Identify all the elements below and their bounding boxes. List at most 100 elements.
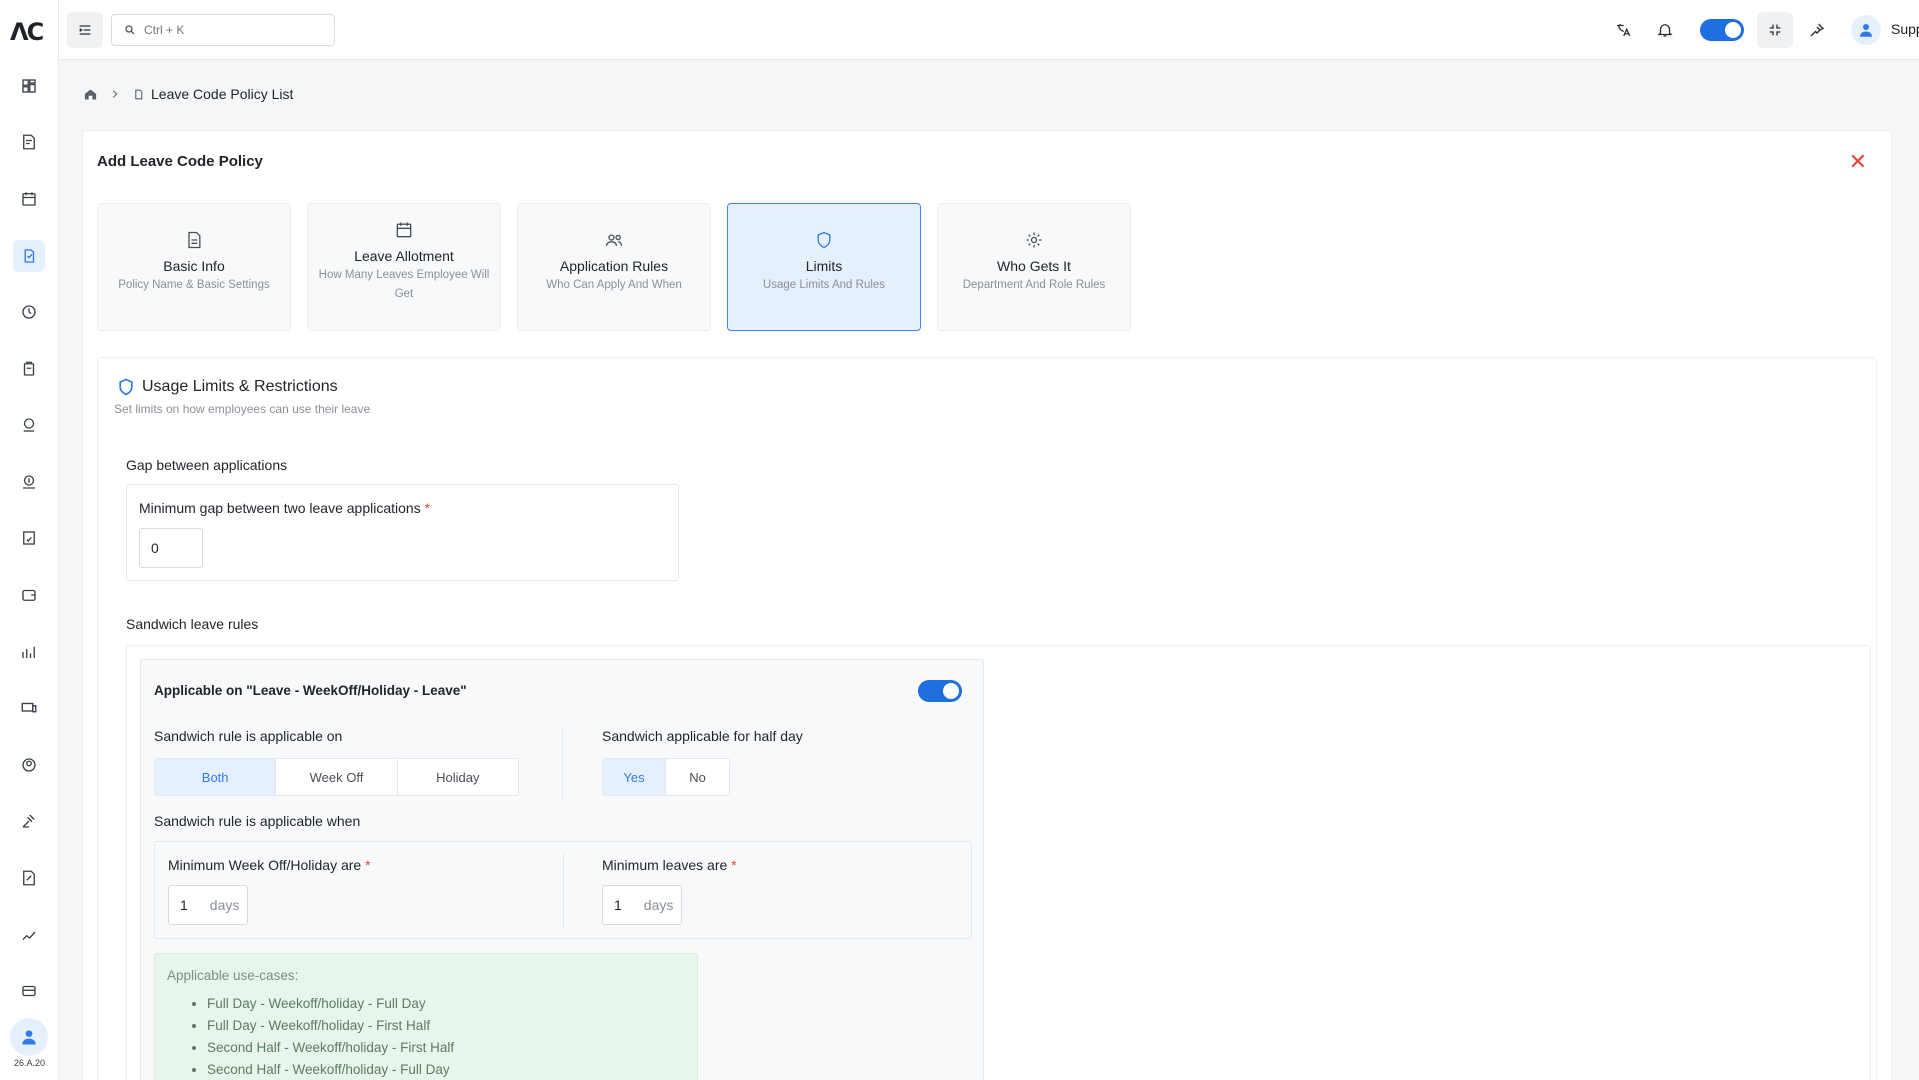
usecases-box: Applicable use-cases: Full Day - Weekoff… [154,953,698,1080]
sandwich-applicable-toggle[interactable] [918,680,962,702]
devices-icon [21,702,37,713]
payroll-icon [23,418,35,432]
sidebar-item-finance[interactable] [13,466,45,498]
step-title: Leave Allotment [354,248,454,264]
app-version: 26.A.20 [13,1058,46,1068]
gap-box: Minimum gap between two leave applicatio… [126,484,679,581]
wallet-icon [22,589,36,601]
min-weekoff-input[interactable]: 1 days [168,885,248,925]
sidebar-item-devices[interactable] [13,692,45,724]
add-policy-card: Add Leave Code Policy ✕ Basic Info Polic… [82,130,1892,1080]
growth-icon [22,931,36,940]
step-subtitle: How Many Leaves Employee Will Get [318,269,490,300]
step-limits[interactable]: Limits Usage Limits And Rules [727,203,921,331]
sidebar-item-clipboard[interactable] [13,353,45,385]
chevron-right-icon [112,90,118,98]
pin-button[interactable] [1805,18,1829,42]
card-icon [22,985,36,997]
sidebar-item-analytics[interactable] [13,636,45,668]
theme-toggle[interactable] [1700,19,1744,41]
gap-input[interactable]: 0 [139,528,203,568]
min-leaves-input[interactable]: 1 days [602,885,682,925]
sandwich-rules-box: Applicable on "Leave - WeekOff/Holiday -… [126,645,1871,1080]
breadcrumb-current[interactable]: Leave Code Policy List [151,86,293,102]
usecase-item: Full Day - Weekoff/holiday - Full Day [207,993,685,1015]
gap-heading: Gap between applications [126,457,288,473]
rule-on-segmented: Both Week Off Holiday [154,758,519,796]
sidebar-item-calendar[interactable] [13,183,45,215]
step-title: Application Rules [559,258,669,274]
search-input[interactable] [144,23,314,37]
menu-toggle-button[interactable] [67,12,103,48]
leave-icon [24,249,35,263]
user-name[interactable]: Support [1891,21,1919,37]
divider [562,726,563,798]
sidebar-item-dashboard[interactable] [13,70,45,102]
report-icon [23,531,35,545]
translate-button[interactable] [1611,18,1635,42]
pin-icon [1810,23,1825,37]
min-leaves-label: Minimum leaves are * [602,857,737,873]
step-basic-info[interactable]: Basic Info Policy Name & Basic Settings [97,203,291,331]
app-logo[interactable]: ΛC [10,18,44,46]
sidebar-item-payroll[interactable] [13,409,45,441]
half-day-segmented: Yes No [602,758,730,796]
gavel-icon [22,814,35,828]
half-day-no[interactable]: No [666,759,729,795]
translate-icon [1617,24,1631,37]
user-avatar[interactable] [1851,15,1881,45]
calendar-icon [22,192,36,206]
usecase-item: Full Day - Weekoff/holiday - First Half [207,1015,685,1037]
user-icon [22,1030,36,1045]
rule-when-label: Sandwich rule is applicable when [154,813,361,829]
leave-icon [135,89,143,99]
dashboard-icon [22,79,36,93]
sidebar-item-time[interactable] [13,296,45,328]
rule-on-week-off[interactable]: Week Off [276,759,398,795]
usecase-item: Second Half - Weekoff/holiday - First Ha… [207,1037,685,1059]
edit-document-icon [23,134,35,150]
step-leave-allotment[interactable]: Leave Allotment How Many Leaves Employee… [307,203,501,331]
sidebar-item-legal[interactable] [13,805,45,837]
sidebar-item-growth[interactable] [13,919,45,951]
divider [563,854,564,928]
sandwich-panel: Applicable on "Leave - WeekOff/Holiday -… [140,659,984,1080]
rule-on-both[interactable]: Both [155,759,277,795]
gap-label: Minimum gap between two leave applicatio… [139,500,431,516]
collapse-icon [1769,24,1781,36]
rule-on-label: Sandwich rule is applicable on [154,728,343,744]
rule-on-holiday[interactable]: Holiday [398,759,518,795]
sidebar-item-leave[interactable] [13,240,45,272]
page-title: Add Leave Code Policy [97,153,263,170]
sidebar-item-forms[interactable] [13,862,45,894]
step-title: Who Gets It [997,258,1071,274]
sidebar-item-profile[interactable] [13,749,45,781]
close-button[interactable]: ✕ [1849,151,1867,173]
sidebar-item-wallet[interactable] [13,579,45,611]
sidebar-item-cards[interactable] [13,975,45,1007]
bell-icon [1657,24,1673,37]
sidebar-item-reports[interactable] [13,522,45,554]
step-who-gets-it[interactable]: Who Gets It Department And Role Rules [937,203,1131,331]
search-icon [125,25,135,35]
document-icon [184,230,204,250]
sidebar-item-attendance[interactable] [13,126,45,158]
half-day-yes[interactable]: Yes [603,759,667,795]
notifications-button[interactable] [1653,18,1677,42]
usecases-title: Applicable use-cases: [167,968,299,983]
sandwich-applicable-label: Applicable on "Leave - WeekOff/Holiday -… [154,683,467,698]
step-application-rules[interactable]: Application Rules Who Can Apply And When [517,203,711,331]
analytics-icon [22,646,35,658]
search-box[interactable] [111,14,335,46]
half-day-label: Sandwich applicable for half day [602,728,803,744]
step-title: Limits [805,258,843,274]
user-icon [1860,24,1872,37]
profile-avatar[interactable] [10,1018,48,1056]
step-subtitle: Department And Role Rules [962,279,1106,291]
clipboard-icon [23,361,35,376]
fullscreen-button[interactable] [1757,12,1793,48]
home-icon[interactable] [83,87,98,102]
step-subtitle: Usage Limits And Rules [762,279,886,291]
top-bar: Support [59,0,1919,60]
step-subtitle: Who Can Apply And When [546,279,682,291]
